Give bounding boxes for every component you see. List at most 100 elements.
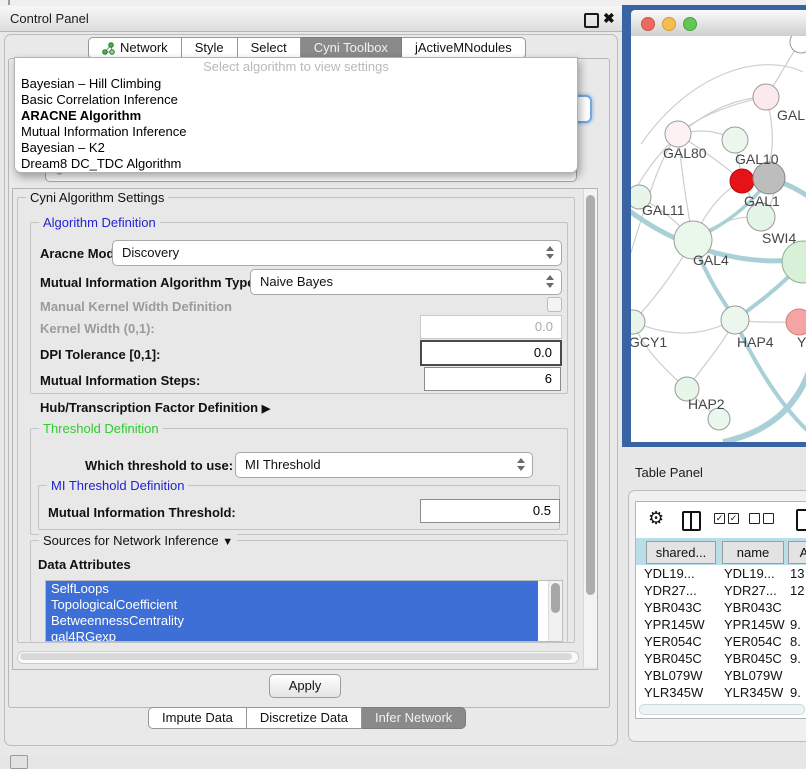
attribute-item-selected[interactable]: gal4RGexp	[46, 629, 538, 642]
table-row[interactable]: YDL19...YDL19...13	[636, 565, 806, 582]
dpi-tolerance-field[interactable]: 0.0	[420, 340, 562, 366]
table-row[interactable]: YDR27...YDR27...12	[636, 582, 806, 599]
manual-kernel-width-checkbox[interactable]	[547, 297, 562, 312]
combo-value: MI Threshold	[245, 457, 321, 472]
which-threshold-combobox[interactable]: MI Threshold	[235, 452, 533, 478]
node-label: HAP4	[737, 334, 774, 350]
table-panel: ⚙ ✓ ✓ shared... name A YDL19...YDL19...1…	[628, 490, 806, 742]
column-header-name[interactable]: name	[722, 541, 784, 564]
algorithm-option-selected[interactable]: ARACNE Algorithm	[15, 108, 577, 124]
table-panel-region: Table Panel ⚙ ✓ ✓ shared... name A YDL19…	[622, 447, 806, 762]
table-row[interactable]: YER054CYER054C8.	[636, 633, 806, 650]
columns-icon[interactable]	[682, 511, 701, 531]
scrollbar-thumb[interactable]	[551, 583, 560, 613]
tab-impute-data[interactable]: Impute Data	[148, 707, 247, 729]
table-row[interactable]: YBL079WYBL079W	[636, 667, 806, 684]
table-panel-title: Table Panel	[635, 465, 703, 480]
network-node[interactable]	[721, 306, 749, 334]
list-scrollbar[interactable]	[548, 581, 562, 641]
mi-algorithm-type-combobox[interactable]: Naive Bayes	[250, 269, 562, 295]
minimized-panel-icon[interactable]	[10, 755, 28, 769]
scrollbar-thumb[interactable]	[20, 653, 572, 660]
window-minimize-icon[interactable]	[662, 17, 676, 31]
node-label: GAL4	[693, 252, 729, 268]
close-icon[interactable]: ✖	[603, 10, 615, 27]
algorithm-combo-placeholder[interactable]: Select algorithm to view settings	[15, 58, 577, 76]
tab-label: Cyni Toolbox	[314, 37, 388, 59]
network-node[interactable]	[631, 310, 645, 334]
network-node[interactable]	[790, 36, 806, 53]
tab-label: Impute Data	[162, 707, 233, 729]
combo-value: Naive Bayes	[260, 274, 333, 289]
node-label: GAL80	[663, 145, 707, 161]
table-row[interactable]: YPR145WYPR145W9.	[636, 616, 806, 633]
checked-checkbox-icon[interactable]: ✓	[728, 513, 739, 524]
apply-button[interactable]: Apply	[269, 674, 341, 698]
algorithm-option[interactable]: Basic Correlation Inference	[15, 92, 577, 108]
table-header-row: shared... name A	[636, 538, 806, 565]
column-header-partial[interactable]: A	[788, 541, 806, 564]
data-attributes-label: Data Attributes	[38, 557, 131, 572]
sources-group-title[interactable]: Sources for Network Inference ▼	[39, 533, 237, 548]
collapse-down-icon: ▼	[222, 536, 233, 548]
cell-value: 12	[790, 582, 804, 599]
settings-horizontal-scrollbar[interactable]	[17, 651, 579, 664]
tab-style[interactable]: Style	[182, 37, 238, 59]
cell-shared-name: YBR045C	[644, 650, 702, 667]
algorithm-option[interactable]: Dream8 DC_TDC Algorithm	[15, 156, 577, 172]
attribute-item-selected[interactable]: TopologicalCoefficient	[46, 597, 538, 613]
mi-threshold-field[interactable]: 0.5	[420, 499, 560, 523]
tab-jactivemnodules[interactable]: jActiveMNodules	[402, 37, 526, 59]
hub-definition-expander[interactable]: Hub/Transcription Factor Definition ▶	[40, 400, 270, 415]
group-title: MI Threshold Definition	[47, 478, 188, 493]
attribute-item-selected[interactable]: SelfLoops	[46, 581, 538, 597]
algorithm-option[interactable]: Bayesian – Hill Climbing	[15, 76, 577, 92]
cell-name: YDR27...	[724, 582, 777, 599]
unchecked-checkbox-icon[interactable]	[749, 513, 760, 524]
algorithm-option[interactable]: Mutual Information Inference	[15, 124, 577, 140]
tab-infer-network[interactable]: Infer Network	[362, 707, 466, 729]
cell-name: YBL079W	[724, 667, 783, 684]
table-horizontal-scrollbar[interactable]	[639, 704, 805, 715]
data-attributes-list[interactable]: SelfLoops TopologicalCoefficient Between…	[45, 580, 563, 642]
network-node[interactable]	[722, 127, 748, 153]
dpi-tolerance-label: DPI Tolerance [0,1]:	[40, 347, 160, 362]
network-node[interactable]	[753, 84, 779, 110]
network-node[interactable]	[665, 121, 691, 147]
network-node[interactable]	[786, 309, 806, 335]
tab-cyni-toolbox[interactable]: Cyni Toolbox	[301, 37, 402, 59]
algorithm-option[interactable]: Bayesian – K2	[15, 140, 577, 156]
window-zoom-icon[interactable]	[683, 17, 697, 31]
gear-icon[interactable]: ⚙	[648, 508, 664, 529]
scrollbar-thumb[interactable]	[586, 195, 595, 595]
cell-name: YDL19...	[724, 565, 775, 582]
cell-value: 9.	[790, 616, 801, 633]
window-close-icon[interactable]	[641, 17, 655, 31]
table-row[interactable]: YBR043CYBR043C	[636, 599, 806, 616]
tab-discretize-data[interactable]: Discretize Data	[247, 707, 362, 729]
tab-select[interactable]: Select	[238, 37, 301, 59]
document-icon[interactable]	[796, 509, 806, 531]
network-canvas[interactable]: GALGAL80GAL10GAL1GAL11SWI4GAL4GCY1HAP4YH…	[631, 36, 806, 442]
node-label: GAL10	[735, 151, 779, 167]
sources-title-text: Sources for Network Inference	[43, 533, 219, 548]
checked-checkbox-icon[interactable]: ✓	[714, 513, 725, 524]
cell-name: YLR345W	[724, 684, 783, 701]
attribute-item-selected[interactable]: BetweennessCentrality	[46, 613, 538, 629]
tab-network[interactable]: Network	[88, 37, 182, 59]
unchecked-checkbox-icon[interactable]	[763, 513, 774, 524]
settings-vertical-scrollbar[interactable]	[583, 189, 597, 667]
group-title: Cyni Algorithm Settings	[26, 190, 168, 205]
table-row[interactable]: YBR045CYBR045C9.	[636, 650, 806, 667]
network-window-titlebar[interactable]	[631, 10, 806, 37]
tab-label: Network	[120, 37, 168, 59]
aracne-mode-combobox[interactable]: Discovery	[112, 240, 562, 266]
column-header-shared-name[interactable]: shared...	[646, 541, 716, 564]
float-icon[interactable]	[584, 13, 599, 28]
table-body: YDL19...YDL19...13 YDR27...YDR27...12 YB…	[636, 565, 806, 718]
mi-steps-field[interactable]: 6	[424, 367, 561, 391]
panel-title: Control Panel	[10, 11, 89, 26]
table-row[interactable]: YLR345WYLR345W9.	[636, 684, 806, 701]
network-node[interactable]	[730, 169, 754, 193]
kernel-width-field[interactable]: 0.0	[420, 315, 562, 339]
